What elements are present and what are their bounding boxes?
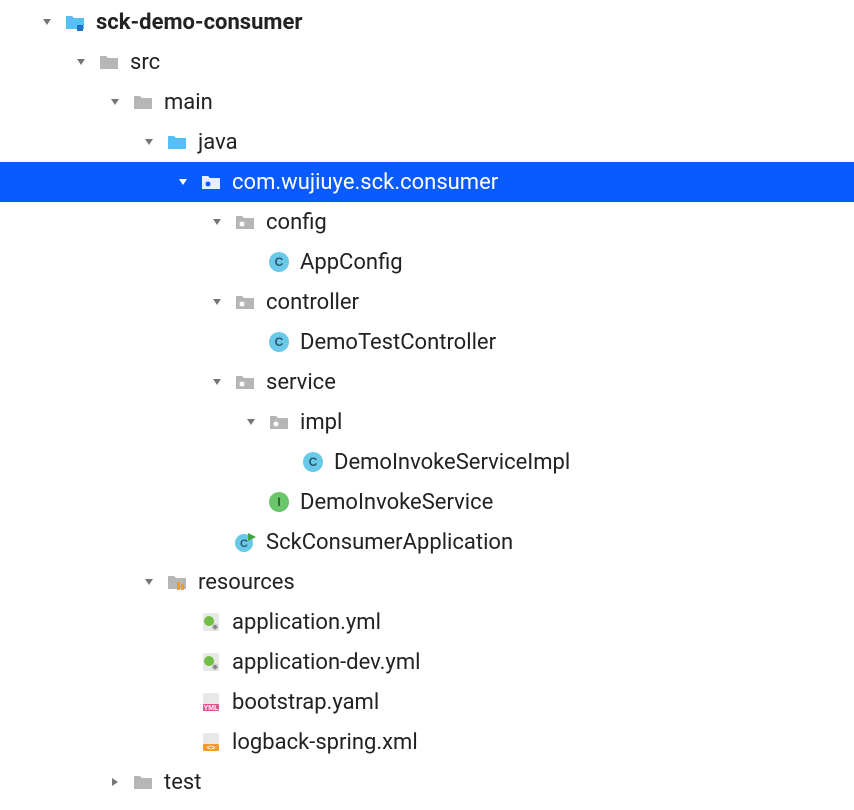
tree-node-main[interactable]: main xyxy=(0,82,854,122)
node-label: java xyxy=(198,130,238,155)
tree-node-src[interactable]: src xyxy=(0,42,854,82)
module-folder-icon xyxy=(64,11,86,33)
node-label: resources xyxy=(198,570,295,595)
node-label: application.yml xyxy=(232,610,381,635)
tree-node-application-yml[interactable]: application.yml xyxy=(0,602,854,642)
node-label: application-dev.yml xyxy=(232,650,420,675)
package-icon xyxy=(200,171,222,193)
expand-icon[interactable] xyxy=(74,55,88,69)
node-label: DemoInvokeService xyxy=(300,490,493,515)
expand-icon[interactable] xyxy=(108,775,122,789)
source-folder-icon xyxy=(166,131,188,153)
node-label: com.wujiuye.sck.consumer xyxy=(232,170,498,195)
xml-icon xyxy=(200,731,222,753)
spring-yml-icon xyxy=(200,611,222,633)
yaml-icon xyxy=(200,691,222,713)
expand-icon[interactable] xyxy=(142,575,156,589)
spring-yml-icon xyxy=(200,651,222,673)
expand-icon[interactable] xyxy=(40,15,54,29)
class-icon xyxy=(268,331,290,353)
expand-icon[interactable] xyxy=(176,175,190,189)
node-label: AppConfig xyxy=(300,250,403,275)
tree-node-application-dev-yml[interactable]: application-dev.yml xyxy=(0,642,854,682)
resources-folder-icon xyxy=(166,571,188,593)
folder-icon xyxy=(98,51,120,73)
tree-node-config[interactable]: config xyxy=(0,202,854,242)
folder-icon xyxy=(132,91,154,113)
node-label: SckConsumerApplication xyxy=(266,530,513,555)
class-icon xyxy=(268,251,290,273)
class-icon xyxy=(302,451,324,473)
node-label: DemoTestController xyxy=(300,330,496,355)
tree-node-demotestcontroller[interactable]: DemoTestController xyxy=(0,322,854,362)
package-icon xyxy=(234,291,256,313)
expand-icon[interactable] xyxy=(210,295,224,309)
expand-icon[interactable] xyxy=(108,95,122,109)
expand-icon[interactable] xyxy=(210,215,224,229)
node-label: service xyxy=(266,370,336,395)
expand-icon[interactable] xyxy=(210,375,224,389)
package-icon xyxy=(268,411,290,433)
package-icon xyxy=(234,211,256,233)
node-label: config xyxy=(266,210,327,235)
tree-node-resources[interactable]: resources xyxy=(0,562,854,602)
node-label: sck-demo-consumer xyxy=(96,10,302,35)
node-label: test xyxy=(164,770,201,795)
node-label: bootstrap.yaml xyxy=(232,690,379,715)
tree-node-appconfig[interactable]: AppConfig xyxy=(0,242,854,282)
tree-node-logback-xml[interactable]: logback-spring.xml xyxy=(0,722,854,762)
interface-icon xyxy=(268,491,290,513)
tree-node-controller[interactable]: controller xyxy=(0,282,854,322)
node-label: DemoInvokeServiceImpl xyxy=(334,450,570,475)
tree-node-java[interactable]: java xyxy=(0,122,854,162)
tree-node-package-root[interactable]: com.wujiuye.sck.consumer xyxy=(0,162,854,202)
tree-node-demoinvokeserviceimpl[interactable]: DemoInvokeServiceImpl xyxy=(0,442,854,482)
expand-icon[interactable] xyxy=(244,415,258,429)
node-label: src xyxy=(130,50,160,75)
node-label: controller xyxy=(266,290,359,315)
tree-node-root[interactable]: sck-demo-consumer xyxy=(0,2,854,42)
tree-node-demoinvokeservice[interactable]: DemoInvokeService xyxy=(0,482,854,522)
tree-node-impl[interactable]: impl xyxy=(0,402,854,442)
node-label: main xyxy=(164,90,213,115)
project-tree: sck-demo-consumer src main java com.wuji… xyxy=(0,0,854,802)
tree-node-bootstrap-yaml[interactable]: bootstrap.yaml xyxy=(0,682,854,722)
tree-node-service[interactable]: service xyxy=(0,362,854,402)
folder-icon xyxy=(132,771,154,793)
package-icon xyxy=(234,371,256,393)
tree-node-sckconsumerapplication[interactable]: SckConsumerApplication xyxy=(0,522,854,562)
tree-node-test[interactable]: test xyxy=(0,762,854,802)
runnable-class-icon xyxy=(234,531,256,553)
expand-icon[interactable] xyxy=(142,135,156,149)
node-label: logback-spring.xml xyxy=(232,730,418,755)
node-label: impl xyxy=(300,410,342,435)
